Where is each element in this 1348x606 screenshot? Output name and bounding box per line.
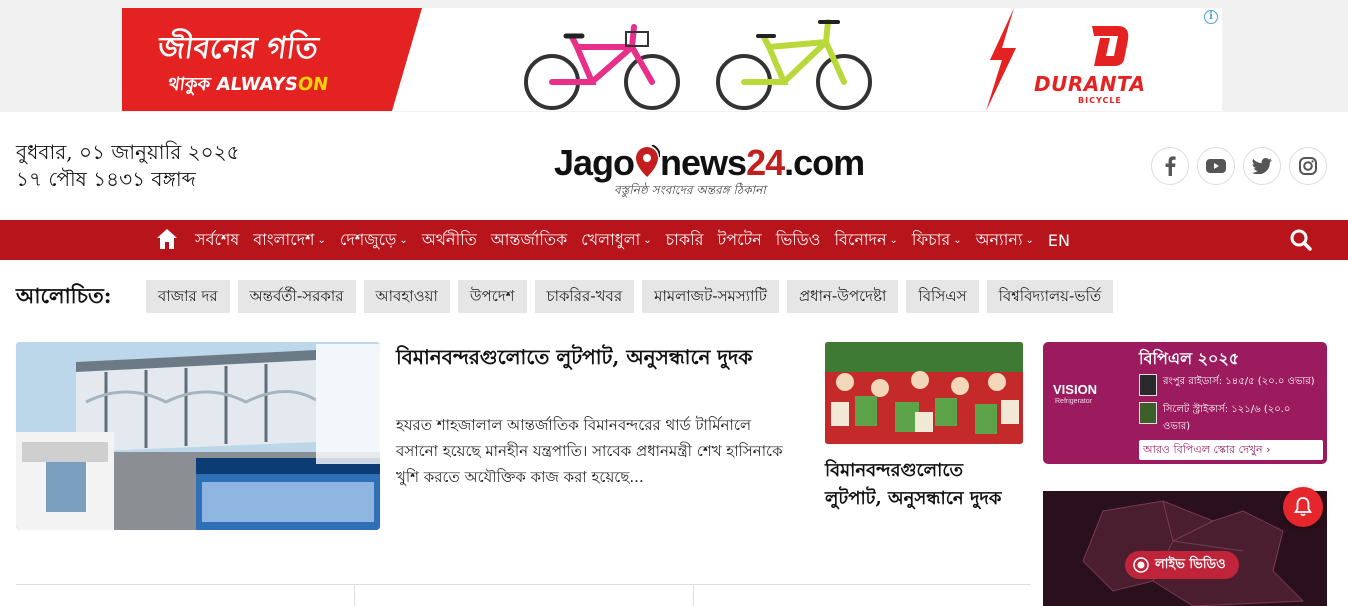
notification-bell-icon[interactable] (1283, 487, 1323, 527)
nav-item-top-ten[interactable]: টপটেন (711, 227, 769, 254)
trending-tag[interactable]: আবহাওয়া (363, 280, 450, 313)
divider (354, 585, 355, 606)
instagram-icon[interactable] (1289, 147, 1327, 185)
youtube-icon[interactable] (1197, 147, 1235, 185)
trending-label: আলোচিত: (16, 283, 112, 308)
main-navigation: সর্বশেষ বাংলাদেশ ⌄ দেশজুড়ে ⌄ অর্থনীতি আন্… (0, 220, 1348, 260)
second-story-title[interactable]: বিমানবন্দরগুলোতে লুটপাট, অনুসন্ধানে দুদক (825, 457, 1025, 513)
bpl-score-row[interactable]: সিলেট স্ট্রাইকার্স: ১২১/৬ (২০.০ ওভার) (1139, 402, 1313, 436)
ad-brand-name: DURANTA (1034, 72, 1146, 96)
home-icon[interactable] (156, 228, 178, 250)
bpl-score-widget: বিপিএল ২০২৫ VISION Refrigerator রংপুর রা… (1043, 342, 1327, 464)
nav-item-entertainment[interactable]: বিনোদন ⌄ (827, 227, 904, 254)
site-logo[interactable]: Jago news24.com বস্তুনিষ্ঠ সংবাদের অন্তরঙ… (554, 138, 865, 202)
bpl-score-row[interactable]: রংপুর রাইডার্স: ১৪৫/৫ (২০.০ ওভার) (1139, 374, 1315, 396)
trending-tag[interactable]: মামলাজট-সমস্যাটি (642, 280, 779, 313)
live-video-button[interactable]: লাইভ ভিডিও (1125, 551, 1239, 579)
team-logo-icon (1139, 402, 1157, 424)
facebook-icon[interactable] (1151, 147, 1189, 185)
chevron-down-icon: ⌄ (889, 234, 898, 246)
twitter-icon[interactable] (1243, 147, 1281, 185)
ad-headline: জীবনের গতি (155, 31, 321, 66)
trending-tag[interactable]: অন্তর্বর্তী-সরকার (237, 280, 356, 313)
chevron-down-icon: ⌄ (399, 234, 408, 246)
search-icon[interactable] (1290, 229, 1312, 251)
nav-item-english[interactable]: EN (1041, 231, 1077, 250)
nav-item-jobs[interactable]: চাকরি (659, 227, 711, 254)
chevron-down-icon: ⌄ (317, 234, 326, 246)
trending-tag[interactable]: উপদেশ (457, 280, 527, 313)
nav-item-latest[interactable]: সর্বশেষ (188, 227, 246, 254)
nav-item-economy[interactable]: অর্থনীতি (415, 227, 484, 254)
chevron-down-icon: ⌄ (1025, 234, 1034, 246)
team-logo-icon (1139, 374, 1157, 396)
ad-info-icon[interactable]: i (1204, 10, 1218, 24)
trending-tag[interactable]: প্রধান-উপদেষ্টা (786, 280, 899, 313)
ad-tagline: থাকুক ALWAYSON (166, 74, 330, 95)
lead-story-summary: হযরত শাহজালাল আন্তর্জাতিক বিমানবন্দরের থ… (396, 416, 783, 486)
nav-item-feature[interactable]: ফিচার ⌄ (905, 227, 969, 254)
trending-tag[interactable]: বিশ্ববিদ্যালয়-ভর্তি (986, 280, 1114, 313)
nav-item-others[interactable]: অন্যান্য ⌄ (969, 227, 1041, 254)
bpl-more-link[interactable]: আরও বিপিএল স্কোর দেখুন › (1139, 440, 1323, 460)
chevron-down-icon: ⌄ (953, 234, 962, 246)
divider (693, 585, 694, 606)
second-story-image[interactable] (825, 342, 1023, 444)
trending-tag[interactable]: চাকরির-খবর (534, 280, 635, 313)
lead-story-image[interactable] (16, 342, 380, 530)
nav-item-bangladesh[interactable]: বাংলাদেশ ⌄ (246, 227, 333, 254)
divider (16, 584, 1031, 585)
nav-menu: সর্বশেষ বাংলাদেশ ⌄ দেশজুড়ে ⌄ অর্থনীতি আন্… (188, 220, 1077, 260)
ad-banner[interactable]: জীবনের গতি থাকুক ALWAYSON DURANTA BICYCL… (122, 8, 1222, 111)
current-date: বুধবার, ০১ জানুয়ারি ২০২৫ ১৭ পৌষ ১৪৩১ বঙ… (16, 140, 240, 191)
logo-pin-icon (636, 144, 662, 177)
bpl-title: বিপিএল ২০২৫ (1139, 349, 1240, 368)
nav-item-sports[interactable]: খেলাধুলা ⌄ (574, 227, 658, 254)
chevron-down-icon: ⌄ (643, 234, 652, 246)
sponsor-sub: Refrigerator (1055, 398, 1092, 405)
sponsor-logo: VISION (1053, 382, 1098, 397)
ad-strip: জীবনের গতি থাকুক ALWAYSON DURANTA BICYCL… (0, 0, 1348, 112)
trending-tag[interactable]: বিসিএস (906, 280, 979, 313)
lightning-bolt-graphic (986, 8, 1016, 111)
duranta-logo-icon (1092, 26, 1129, 66)
trending-tag[interactable]: বাজার দর (146, 280, 230, 313)
trending-tags: বাজার দর অন্তর্বর্তী-সরকার আবহাওয়া উপদে… (146, 280, 1114, 313)
ad-brand-sub: BICYCLE (1078, 96, 1122, 105)
nav-item-video[interactable]: ভিডিও (769, 227, 828, 254)
nav-item-international[interactable]: আন্তর্জাতিক (484, 227, 574, 254)
bicycle-green-image (716, 19, 872, 110)
logo-tagline: বস্তুনিষ্ঠ সংবাদের অন্তরঙ্গ ঠিকানা (614, 183, 766, 197)
lead-story-title[interactable]: বিমানবন্দরগুলোতে লুটপাট, অনুসন্ধানে দুদক (396, 342, 796, 372)
nav-item-countrywide[interactable]: দেশজুড়ে ⌄ (333, 227, 415, 254)
bicycle-pink-image (524, 24, 680, 110)
live-record-icon (1133, 557, 1149, 573)
